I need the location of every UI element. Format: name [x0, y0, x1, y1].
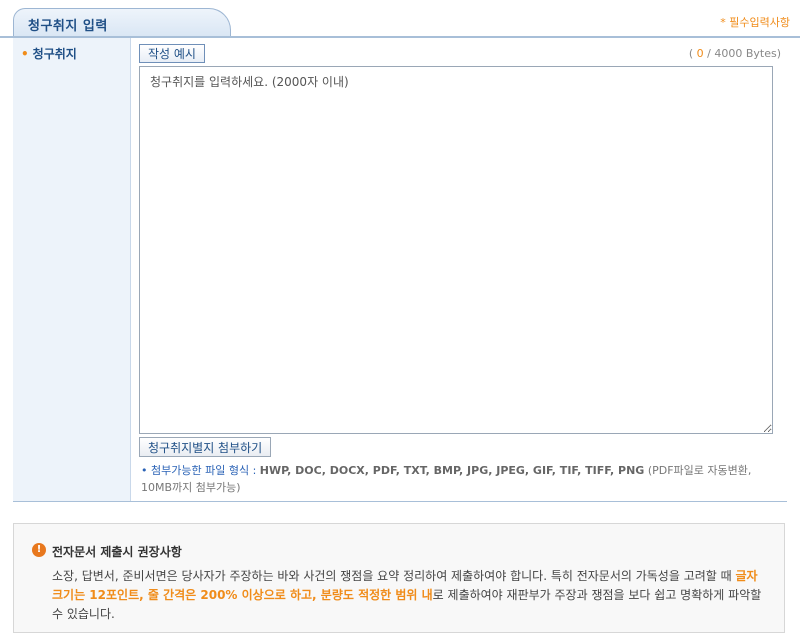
- required-field-note: * 필수입력사항: [720, 16, 790, 29]
- file-format-label: 첨부가능한 파일 형식 :: [151, 464, 257, 477]
- row-label: • 청구취지: [21, 45, 77, 62]
- claim-purpose-textarea[interactable]: [139, 66, 773, 434]
- byte-counter-open: (: [688, 47, 697, 60]
- attach-appendix-button[interactable]: 청구취지별지 첨부하기: [139, 437, 272, 457]
- warning-icon: !: [32, 543, 46, 557]
- notice-body-text: 소장, 답변서, 준비서면은 당사자가 주장하는 바와 사건의 쟁점을 요약 정…: [52, 569, 736, 583]
- notice-body: 소장, 답변서, 준비서면은 당사자가 주장하는 바와 사건의 쟁점을 요약 정…: [52, 567, 762, 624]
- byte-counter: ( 0 / 4000 Bytes): [689, 47, 781, 60]
- section-title: 청구취지 입력: [28, 19, 108, 34]
- attachment-info: • 첨부가능한 파일 형식 : HWP, DOC, DOCX, PDF, TXT…: [141, 462, 781, 496]
- notice-box: ! 전자문서 제출시 권장사항 소장, 답변서, 준비서면은 당사자가 주장하는…: [13, 523, 785, 633]
- row-label-cell: • 청구취지: [13, 38, 131, 501]
- byte-count-value: 0: [696, 47, 704, 60]
- example-button[interactable]: 작성 예시: [139, 44, 205, 63]
- section-header: 청구취지 입력 * 필수입력사항: [0, 0, 800, 38]
- bullet-icon: •: [141, 464, 148, 477]
- byte-counter-limit: / 4000 Bytes): [703, 47, 781, 60]
- notice-title: 전자문서 제출시 권장사항: [52, 545, 182, 559]
- claim-purpose-row: •청구취지 작성 예시 ( 0 / 4000 Bytes) 청구취지별지 첨부하…: [13, 38, 787, 502]
- file-format-list: HWP, DOC, DOCX, PDF, TXT, BMP, JPG, JPEG…: [259, 464, 645, 477]
- required-dot-icon: •: [21, 47, 29, 61]
- row-label-text: 청구취지: [32, 47, 77, 61]
